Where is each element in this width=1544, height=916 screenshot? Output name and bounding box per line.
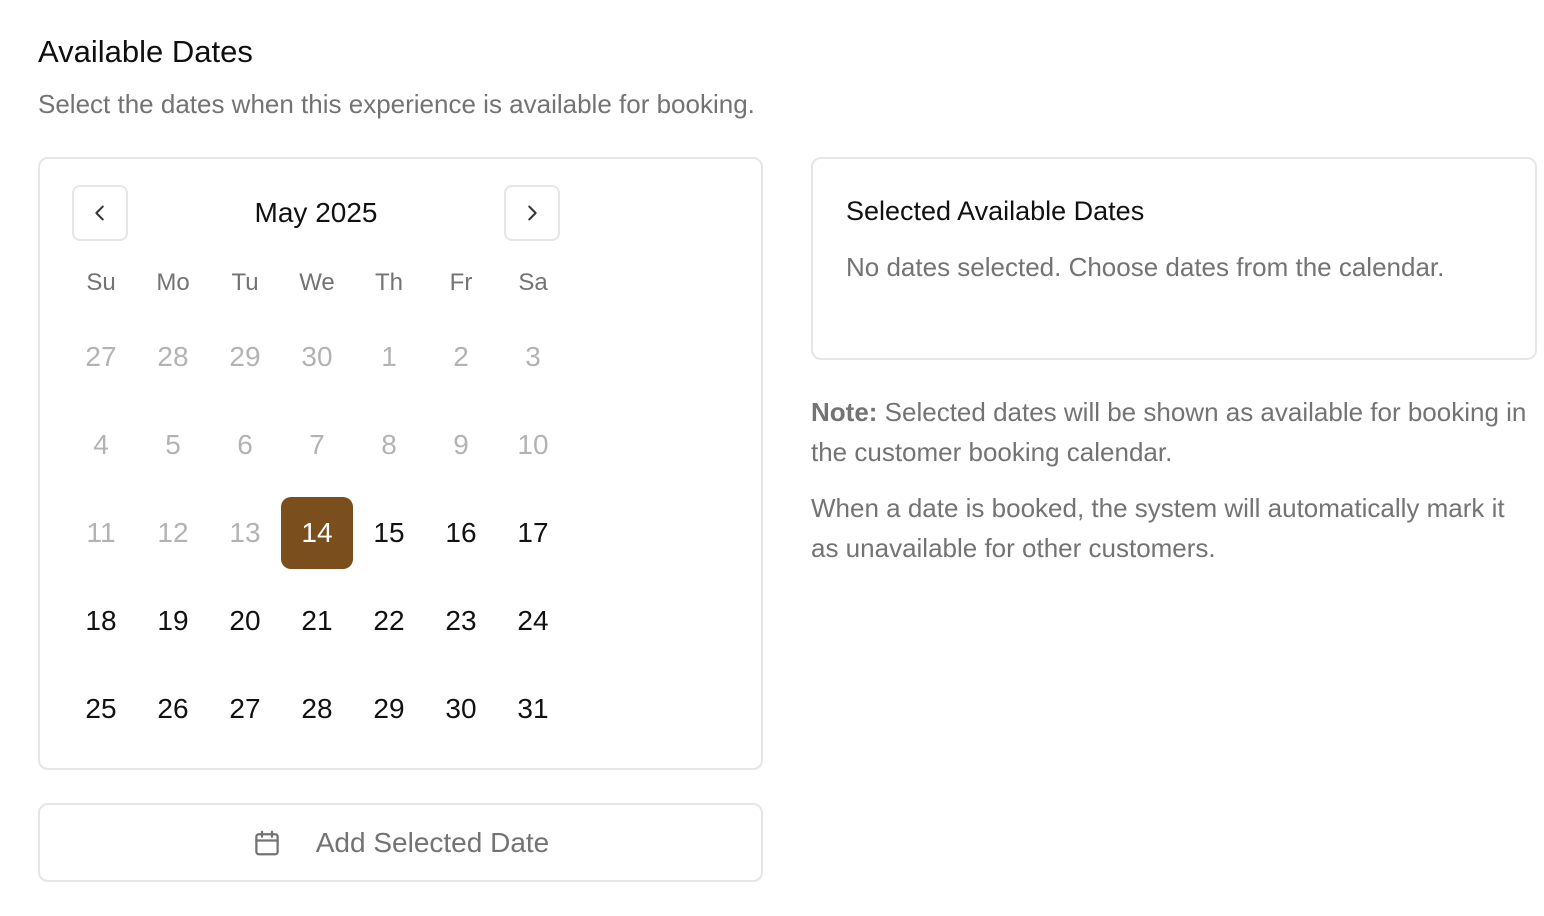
day-cell[interactable]: 29	[353, 665, 425, 753]
day-cell[interactable]: 30	[281, 313, 353, 401]
page-title: Available Dates	[38, 34, 253, 69]
day-number: 5	[165, 429, 181, 460]
day-cell[interactable]: 22	[353, 577, 425, 665]
day-cell-selected[interactable]: 14	[281, 489, 353, 577]
day-number: 29	[373, 693, 405, 724]
day-number: 4	[93, 429, 109, 460]
page-subtitle: Select the dates when this experience is…	[38, 89, 755, 119]
day-number: 13	[229, 517, 261, 548]
day-cell[interactable]: 19	[137, 577, 209, 665]
day-number: 12	[157, 517, 189, 548]
weekday-label: We	[299, 269, 335, 296]
day-number: 29	[229, 341, 261, 372]
weekday-label: Tu	[231, 269, 259, 296]
day-cell[interactable]: 7	[281, 401, 353, 489]
day-number: 7	[309, 429, 325, 460]
day-number: 23	[445, 605, 477, 636]
day-number: 19	[157, 605, 189, 636]
day-number: 10	[517, 429, 549, 460]
day-number: 20	[229, 605, 261, 636]
day-number: 26	[157, 693, 189, 724]
day-cell[interactable]: 4	[65, 401, 137, 489]
day-number: 3	[525, 341, 541, 372]
day-cell[interactable]: 29	[209, 313, 281, 401]
day-cell[interactable]: 5	[137, 401, 209, 489]
day-cell[interactable]: 28	[281, 665, 353, 753]
day-number: 22	[373, 605, 405, 636]
day-number: 25	[85, 693, 117, 724]
day-cell[interactable]: 3	[497, 313, 569, 401]
day-number: 28	[157, 341, 189, 372]
day-cell[interactable]: 25	[65, 665, 137, 753]
day-cell[interactable]: 27	[65, 313, 137, 401]
day-number: 16	[445, 517, 477, 548]
day-cell[interactable]: 15	[353, 489, 425, 577]
day-cell[interactable]: 20	[209, 577, 281, 665]
add-selected-date-button[interactable]: Add Selected Date	[38, 803, 763, 882]
day-number: 15	[373, 517, 405, 548]
day-number: 31	[517, 693, 549, 724]
available-dates-page: Available Dates Select the dates when th…	[0, 0, 1544, 916]
selected-dates-title: Selected Available Dates	[846, 196, 1145, 226]
weekday-label: Sa	[518, 269, 548, 296]
add-selected-date-label: Add Selected Date	[315, 826, 550, 858]
day-cell[interactable]: 10	[497, 401, 569, 489]
day-cell[interactable]: 17	[497, 489, 569, 577]
day-cell[interactable]: 11	[65, 489, 137, 577]
day-grid: 27 28 29 30 1 2 3 4 5 6 7 8 9 10 11 12 13 14 15 16 17 18 19 20 2…	[65, 313, 569, 753]
day-number: 14	[281, 497, 353, 569]
day-cell[interactable]: 2	[425, 313, 497, 401]
day-cell[interactable]: 1	[353, 313, 425, 401]
chevron-right-icon	[528, 205, 537, 221]
day-number: 17	[517, 517, 549, 548]
day-cell[interactable]: 9	[425, 401, 497, 489]
weekday-label: Su	[86, 269, 116, 296]
month-label: May 2025	[254, 197, 378, 228]
day-number: 21	[301, 605, 333, 636]
day-number: 28	[301, 693, 333, 724]
day-cell[interactable]: 28	[137, 313, 209, 401]
day-number: 8	[381, 429, 397, 460]
note-label: Note:	[811, 397, 878, 427]
day-number: 30	[301, 341, 333, 372]
weekday-label: Fr	[449, 269, 473, 296]
day-cell[interactable]: 24	[497, 577, 569, 665]
weekday-label: Th	[374, 269, 403, 296]
selected-dates-empty-text: No dates selected. Choose dates from the…	[846, 252, 1445, 282]
next-month-button[interactable]	[504, 185, 560, 241]
day-cell[interactable]: 18	[65, 577, 137, 665]
day-cell[interactable]: 27	[209, 665, 281, 753]
day-number: 11	[86, 517, 116, 548]
calendar: May 2025 Su Mo Tu We Th Fr Sa 27 28 29 30 1 2 3 4 5 6 7 8…	[38, 157, 763, 770]
selected-dates-panel: Selected Available Dates No dates select…	[811, 157, 1537, 360]
day-cell[interactable]: 26	[137, 665, 209, 753]
day-cell[interactable]: 16	[425, 489, 497, 577]
booking-note: Note: Selected dates will be shown as av…	[811, 392, 1531, 472]
day-cell[interactable]: 23	[425, 577, 497, 665]
day-cell[interactable]: 13	[209, 489, 281, 577]
weekday-label: Mo	[156, 269, 190, 296]
day-cell[interactable]: 30	[425, 665, 497, 753]
day-number: 2	[453, 341, 469, 372]
day-number: 6	[237, 429, 253, 460]
chevron-left-icon	[95, 205, 104, 221]
weekday-header: Su Mo Tu We Th Fr Sa	[65, 265, 569, 301]
day-number: 1	[381, 341, 397, 372]
day-cell[interactable]: 6	[209, 401, 281, 489]
day-cell[interactable]: 21	[281, 577, 353, 665]
note-text: Selected dates will be shown as availabl…	[811, 397, 1527, 467]
day-number: 27	[85, 341, 117, 372]
day-number: 9	[453, 429, 469, 460]
calendar-icon	[255, 830, 279, 855]
previous-month-button[interactable]	[72, 185, 128, 241]
day-cell[interactable]: 12	[137, 489, 209, 577]
day-number: 18	[85, 605, 117, 636]
day-number: 30	[445, 693, 477, 724]
day-cell[interactable]: 8	[353, 401, 425, 489]
booking-note-unavailable: When a date is booked, the system will a…	[811, 493, 1505, 563]
day-cell[interactable]: 31	[497, 665, 569, 753]
day-number: 24	[517, 605, 549, 636]
day-number: 27	[229, 693, 261, 724]
